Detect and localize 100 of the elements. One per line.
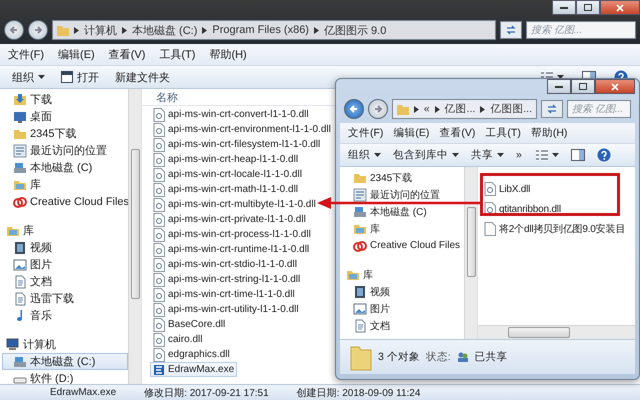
menu-item[interactable]: 帮助(H) [207, 46, 249, 63]
dll-file-icon [153, 212, 165, 226]
refresh-icon [546, 104, 558, 114]
menu-item[interactable]: 编辑(E) [56, 46, 97, 63]
details-text: 修改日期: 2017-09-21 17:51 [144, 386, 269, 400]
file-row[interactable]: api-ms-win-crt-environment-l1-1-0.dll [150, 122, 334, 137]
menu-item[interactable]: 帮助(H) [528, 125, 570, 141]
file-row[interactable]: api-ms-win-crt-process-l1-1-0.dll [150, 227, 314, 242]
breadcrumb[interactable]: 亿图图... [490, 102, 532, 116]
menu-item[interactable]: 工具(T) [157, 46, 198, 63]
menu-item[interactable]: 查看(V) [106, 46, 148, 63]
minimize-button[interactable] [552, 0, 576, 15]
nav-item[interactable]: 2345下载 [342, 169, 464, 186]
toolbar-button[interactable]: 打开 [57, 68, 103, 86]
breadcrumb[interactable]: 本地磁盘 (C:) [132, 22, 198, 38]
file-row[interactable]: api-ms-win-crt-stdio-l1-1-0.dll [150, 257, 300, 272]
nav-item[interactable]: 迅雷下载 [2, 290, 128, 307]
file-row[interactable]: EdrawMax.exe [150, 362, 238, 377]
close-button[interactable] [595, 79, 635, 94]
file-row[interactable]: api-ms-win-crt-runtime-l1-1-0.dll [150, 242, 312, 257]
toolbar-button[interactable]: 新建文件夹 [111, 68, 174, 86]
file-row[interactable]: BaseCore.dll [150, 317, 228, 332]
search-field[interactable]: 搜索 亿图... [567, 100, 631, 118]
search-field[interactable]: 搜索 亿图... [526, 21, 636, 39]
file-row[interactable]: 将2个dll拷贝到亿图9.0安装目 [481, 221, 628, 237]
nav-group-header[interactable]: 库 [2, 222, 128, 239]
nav-item[interactable]: 本地磁盘 (C:) [2, 353, 128, 370]
file-row[interactable]: api-ms-win-crt-locale-l1-1-0.dll [150, 167, 305, 182]
nav-item[interactable]: 本地磁盘 (C) [342, 203, 464, 220]
column-header[interactable]: 名称 [156, 90, 178, 104]
nav-item[interactable]: 视频 [342, 283, 464, 300]
breadcrumb[interactable]: 亿图图示 9.0 [324, 22, 386, 38]
breadcrumb[interactable]: « [424, 103, 430, 115]
nav-item[interactable]: 桌面 [2, 108, 128, 125]
nav-item[interactable]: 最近访问的位置 [342, 186, 464, 203]
file-row[interactable]: api-ms-win-crt-private-l1-1-0.dll [150, 212, 309, 227]
file-row[interactable]: cairo.dll [150, 332, 206, 347]
nav-item[interactable]: 图片 [2, 256, 128, 273]
file-row[interactable]: api-ms-win-crt-time-l1-1-0.dll [150, 287, 298, 302]
nav-item[interactable]: 软件 (D:) [2, 370, 128, 384]
nav-item[interactable]: 库 [342, 220, 464, 237]
forward-button[interactable] [28, 20, 48, 40]
maximize-icon [584, 4, 592, 11]
nav-item[interactable]: 2345下载 [2, 125, 128, 142]
toolbar-button[interactable]: 包含到库中 [389, 146, 463, 164]
refresh-button[interactable] [500, 21, 522, 39]
nav-group-header[interactable]: 计算机 [2, 336, 128, 353]
menu-item[interactable]: 文件(F) [346, 125, 386, 141]
back-button[interactable] [4, 20, 24, 40]
dll-file-icon [153, 242, 165, 256]
dropdown-arrow-icon [374, 153, 381, 157]
nav-item[interactable]: 本地磁盘 (C) [2, 159, 128, 176]
scrollbar[interactable] [128, 89, 141, 384]
back-button[interactable] [344, 99, 364, 119]
file-row[interactable]: qtitanribbon.dll [481, 201, 564, 217]
dll-file-icon [484, 182, 496, 196]
file-row[interactable]: LibX.dll [481, 181, 534, 197]
toolbar-button[interactable]: » [512, 147, 526, 163]
file-row[interactable]: api-ms-win-crt-convert-l1-1-0.dll [150, 107, 312, 122]
address-bar[interactable]: 计算机 本地磁盘 (C:) Program Files (x86) 亿图图示 9.0 [52, 20, 496, 40]
nav-item[interactable]: 最近访问的位置 [2, 142, 128, 159]
toolbar-button[interactable]: 组织 [8, 68, 49, 86]
breadcrumb[interactable]: Program Files (x86) [212, 24, 309, 36]
breadcrumb[interactable]: 计算机 [84, 22, 117, 38]
nav-item[interactable]: Creative Cloud Files [342, 237, 464, 254]
file-row[interactable]: api-ms-win-crt-math-l1-1-0.dll [150, 182, 302, 197]
minimize-button[interactable] [547, 79, 571, 94]
breadcrumb[interactable]: 亿图... [444, 102, 476, 116]
chevron-icon [434, 106, 440, 112]
file-row[interactable]: api-ms-win-crt-utility-l1-1-0.dll [150, 302, 302, 317]
file-row[interactable]: api-ms-win-crt-multibyte-l1-1-0.dll [150, 197, 319, 212]
nav-item[interactable]: 下载 [2, 91, 128, 108]
maximize-button[interactable] [571, 79, 595, 94]
minimize-icon [560, 6, 568, 9]
nav-item[interactable]: 图片 [342, 300, 464, 317]
nav-group-header[interactable]: 库 [342, 266, 464, 283]
nav-item[interactable]: 文档 [2, 273, 128, 290]
refresh-button[interactable] [541, 100, 563, 118]
toolbar-button[interactable]: 共享 [467, 146, 508, 164]
menu-item[interactable]: 工具(T) [483, 125, 523, 141]
nav-item[interactable]: 库 [2, 176, 128, 193]
menu-item[interactable]: 编辑(E) [391, 125, 432, 141]
horizontal-scrollbar[interactable] [478, 325, 635, 339]
file-row[interactable]: api-ms-win-crt-string-l1-1-0.dll [150, 272, 304, 287]
address-bar[interactable]: « 亿图... 亿图图... [392, 99, 537, 119]
maximize-button[interactable] [576, 0, 600, 15]
file-row[interactable]: edgraphics.dll [150, 347, 233, 362]
close-button[interactable] [600, 0, 640, 15]
recent-places-icon [13, 144, 27, 158]
menu-item[interactable]: 查看(V) [437, 125, 478, 141]
file-row[interactable]: api-ms-win-crt-heap-l1-1-0.dll [150, 152, 302, 167]
nav-item[interactable]: 视频 [2, 239, 128, 256]
menu-item[interactable]: 文件(F) [6, 46, 46, 63]
file-row[interactable]: api-ms-win-crt-filesystem-l1-1-0.dll [150, 137, 324, 152]
toolbar-button[interactable]: 组织 [344, 146, 385, 164]
nav-item[interactable]: 音乐 [2, 307, 128, 324]
cloud-rings-icon [13, 194, 27, 208]
nav-item[interactable]: 文档 [342, 317, 464, 334]
cloud-rings-icon [353, 238, 367, 252]
scrollbar[interactable] [464, 167, 477, 339]
